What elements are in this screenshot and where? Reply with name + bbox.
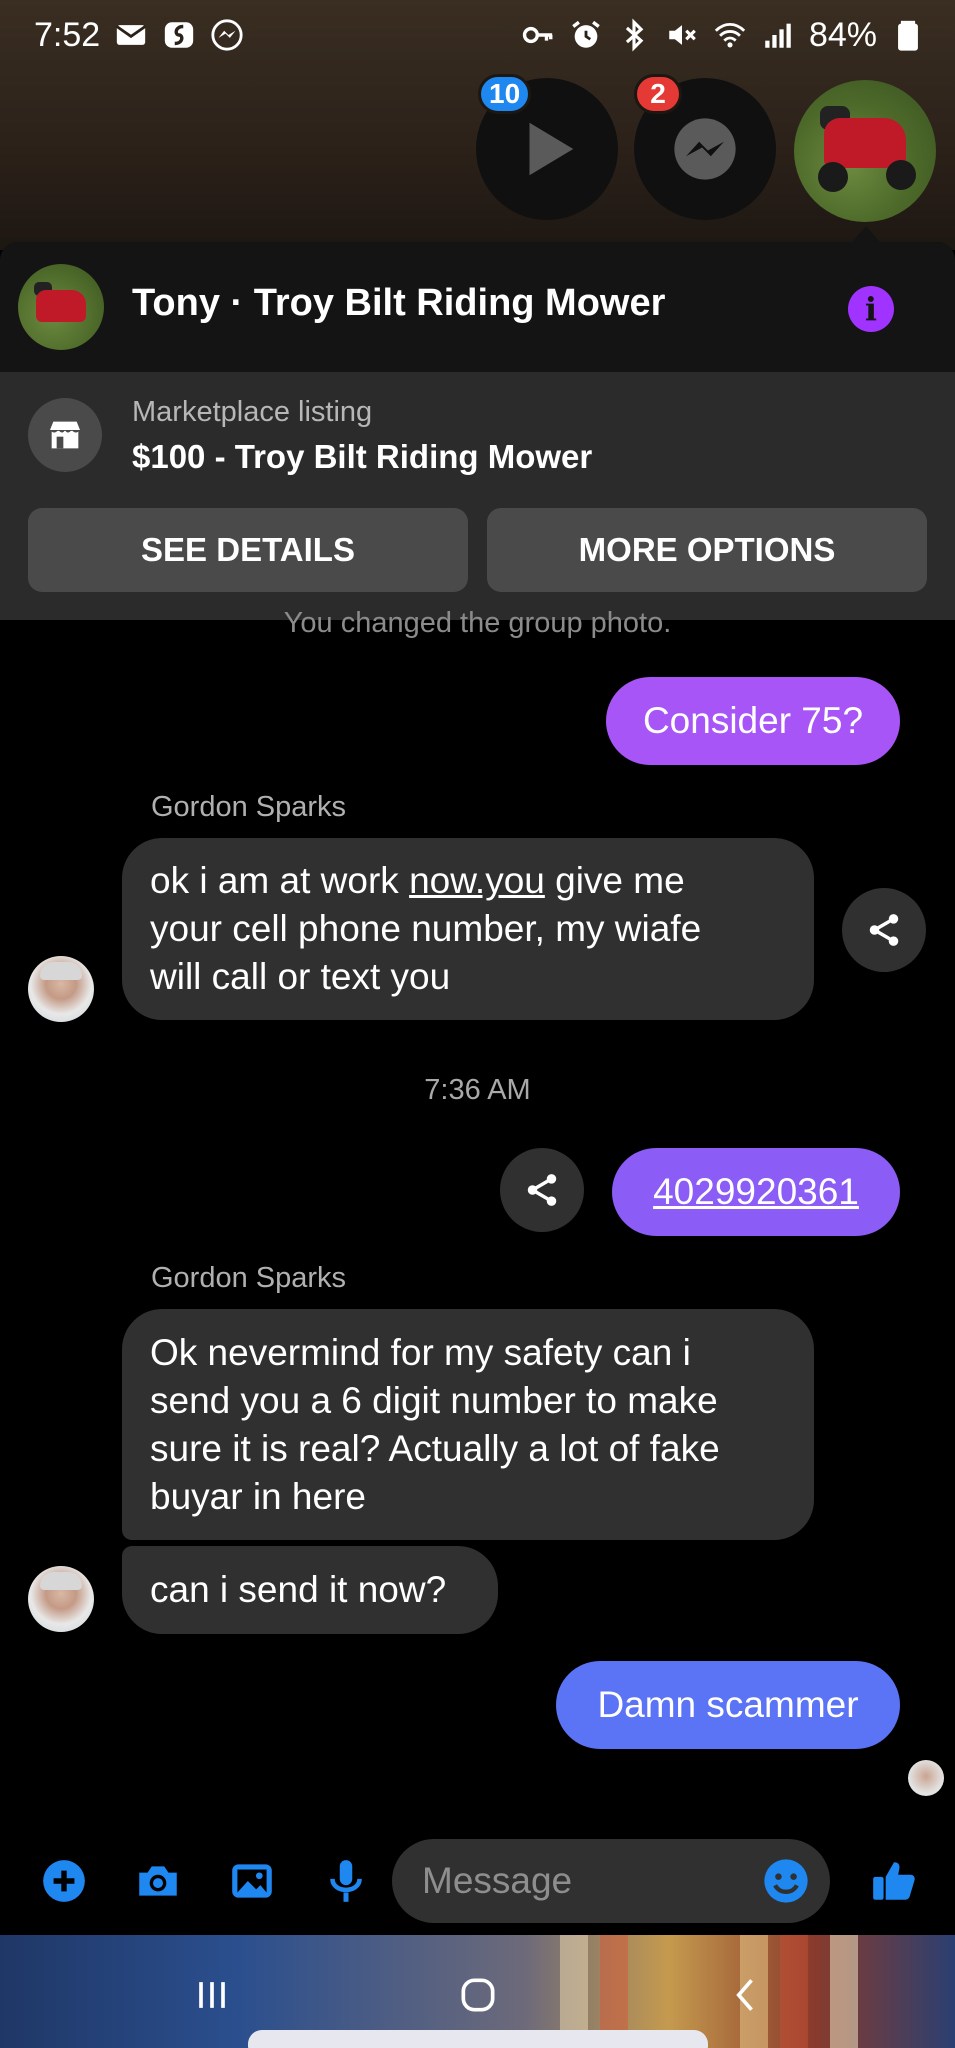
message-line: ok i am at work now.you give me <box>150 860 685 901</box>
message-text: Damn scammer <box>597 1684 859 1725</box>
swipe-app-icon <box>162 18 196 52</box>
see-details-button[interactable]: SEE DETAILS <box>28 508 468 592</box>
share-icon <box>527 1174 557 1206</box>
conversation-panel: Tony · Troy Bilt Riding Mower i Marketpl… <box>0 242 955 1935</box>
message-line: sure it is real? Actually a lot of fake <box>150 1427 720 1469</box>
home-icon[interactable] <box>448 1965 508 2025</box>
timestamp-separator: 7:36 AM <box>424 1074 531 1106</box>
message-line: Ok nevermind for my safety can i <box>150 1331 691 1373</box>
message-outgoing[interactable]: Damn scammer <box>556 1661 900 1749</box>
message-composer: Message <box>0 1825 955 1935</box>
battery-icon <box>891 18 925 52</box>
video-chathead-badge: 10 <box>478 74 532 114</box>
message-text: can i send it now? <box>150 1569 447 1610</box>
info-icon[interactable]: i <box>848 286 894 332</box>
message-incoming[interactable]: can i send it now? <box>122 1546 498 1634</box>
message-incoming[interactable]: Ok nevermind for my safety can i send yo… <box>122 1309 814 1540</box>
status-bar: 7:52 84% <box>0 0 955 70</box>
messenger-icon <box>674 118 736 180</box>
messenger-notification-icon <box>210 18 244 52</box>
thumbs-up-icon[interactable] <box>868 1855 920 1907</box>
sender-avatar[interactable] <box>28 956 94 1022</box>
wifi-icon <box>713 18 747 52</box>
alarm-icon <box>569 18 603 52</box>
share-message-button[interactable] <box>500 1148 584 1232</box>
sender-avatar[interactable] <box>28 1566 94 1632</box>
message-text: Consider 75? <box>642 700 864 741</box>
message-line: send you a 6 digit number to make <box>150 1379 718 1421</box>
recent-apps-icon[interactable] <box>182 1965 242 2025</box>
mail-icon <box>114 18 148 52</box>
messenger-chathead[interactable]: 2 <box>634 74 776 220</box>
message-link[interactable]: now.you <box>409 860 545 901</box>
active-chathead-mower-photo[interactable] <box>794 80 936 222</box>
listing-caption: Marketplace listing <box>132 396 373 428</box>
marketplace-store-icon <box>28 398 102 472</box>
conversation-header: Tony · Troy Bilt Riding Mower i <box>0 242 955 372</box>
message-placeholder: Message <box>422 1860 573 1901</box>
plus-icon[interactable] <box>38 1855 90 1907</box>
status-time: 7:52 <box>34 15 101 54</box>
message-outgoing[interactable]: 4029920361 <box>612 1148 900 1236</box>
share-message-button[interactable] <box>842 888 926 972</box>
vpn-key-icon <box>521 18 555 52</box>
signal-icon <box>761 18 795 52</box>
back-icon[interactable] <box>716 1965 776 2025</box>
seen-receipt-avatar <box>908 1760 944 1796</box>
battery-percent: 84% <box>808 15 877 54</box>
phone-number-link[interactable]: 4029920361 <box>653 1168 859 1216</box>
share-icon <box>869 914 899 946</box>
message-incoming[interactable]: ok i am at work now.you give me your cel… <box>122 838 814 1020</box>
chathead-pointer <box>852 226 880 242</box>
gallery-icon[interactable] <box>226 1855 278 1907</box>
gesture-handle <box>248 2030 708 2048</box>
microphone-icon[interactable] <box>320 1855 372 1907</box>
message-outgoing[interactable]: Consider 75? <box>606 677 900 765</box>
play-icon <box>529 122 574 176</box>
message-line: buyar in here <box>150 1475 366 1517</box>
listing-title[interactable]: $100 - Troy Bilt Riding Mower <box>132 438 592 476</box>
system-note: You changed the group photo. <box>283 607 672 639</box>
conversation-title[interactable]: Tony · Troy Bilt Riding Mower <box>132 282 665 325</box>
message-input[interactable]: Message <box>392 1839 830 1923</box>
bluetooth-icon <box>617 18 651 52</box>
conversation-avatar[interactable] <box>18 264 104 350</box>
mute-icon <box>665 18 699 52</box>
message-line: your cell phone number, my wiafe <box>150 908 702 949</box>
emoji-icon[interactable] <box>760 1855 812 1907</box>
camera-icon[interactable] <box>132 1855 184 1907</box>
sender-name: Gordon Sparks <box>151 1262 347 1294</box>
video-chathead[interactable]: 10 <box>476 74 618 220</box>
messenger-chathead-badge: 2 <box>634 74 682 114</box>
sender-name: Gordon Sparks <box>151 791 347 823</box>
message-line: will call or text you <box>150 956 451 997</box>
more-options-button[interactable]: MORE OPTIONS <box>487 508 927 592</box>
